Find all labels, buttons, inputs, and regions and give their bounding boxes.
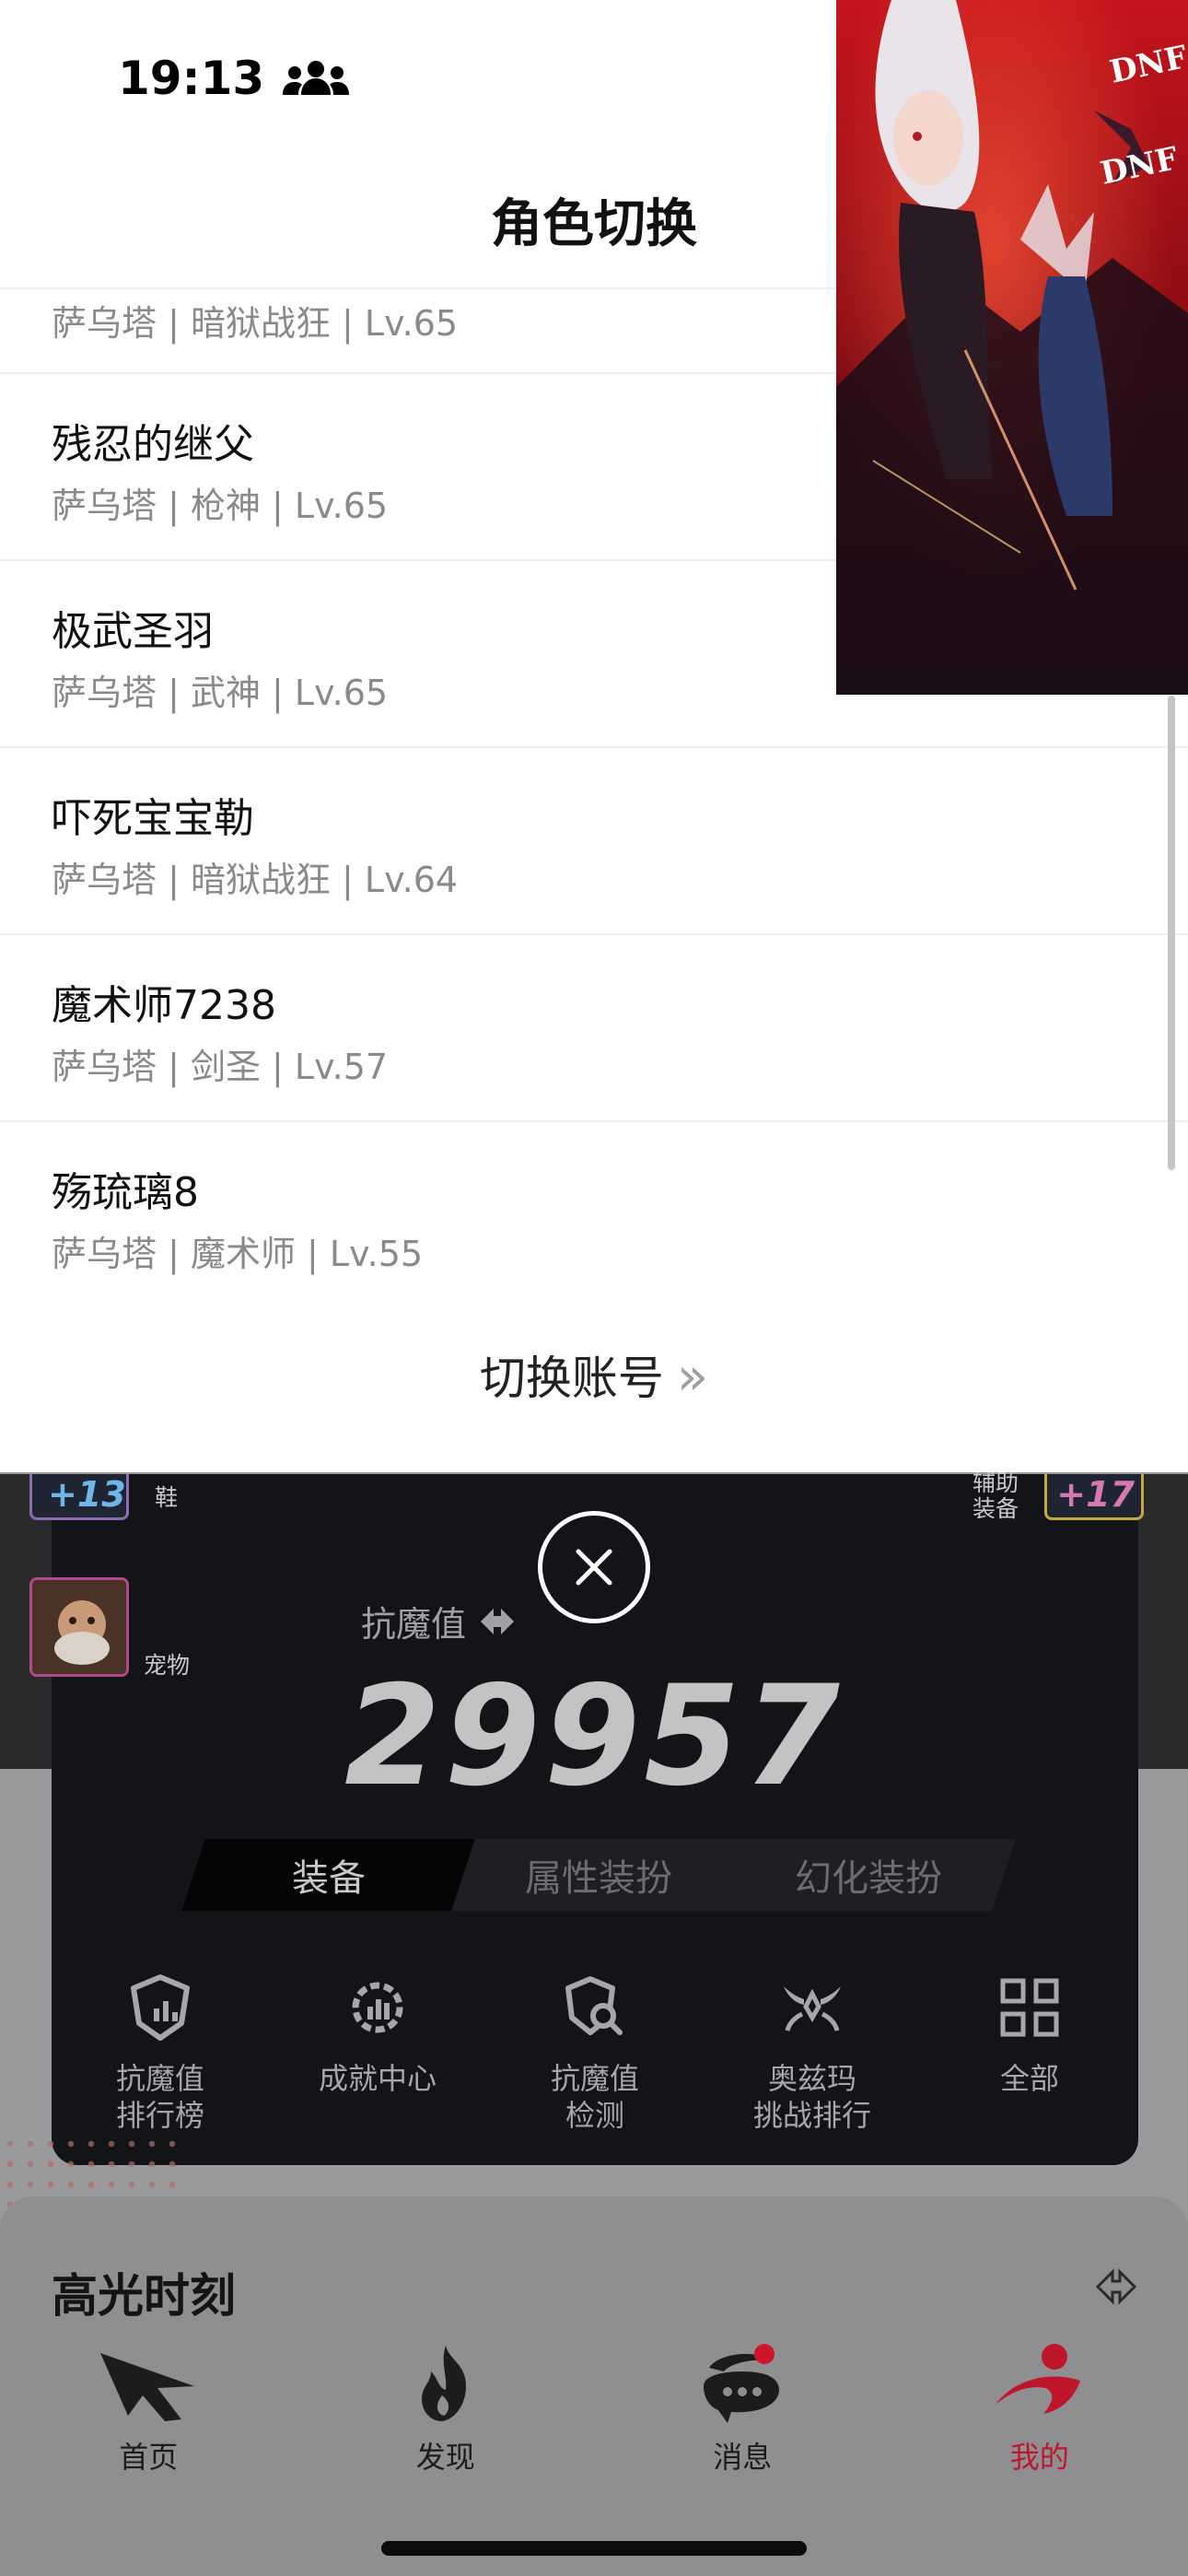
tab-home[interactable]: 首页 [0,2340,297,2506]
tab-messages[interactable]: 消息 [594,2340,891,2506]
game-promo-banner[interactable]: DNF DNF [836,0,1188,695]
people-group-icon [283,61,350,95]
character-name: 魔术师7238 [52,982,276,1029]
tool-label: 奥兹玛 挑战排行 [752,2061,871,2133]
anti-magic-label[interactable]: 抗魔值 [361,1596,518,1646]
tab-mine[interactable]: 我的 [891,2340,1188,2506]
tool-label: 抗魔值 排行榜 [115,2061,204,2133]
character-name: 残忍的继父 [52,421,254,468]
character-detail: 萨乌塔 | 剑圣 | Lv.57 [52,1047,389,1087]
tool-ozma-challenge-ranking[interactable]: 奥兹玛 挑战排行 [704,1972,921,2134]
list-scrollbar[interactable] [1168,696,1175,1170]
character-name: 极武圣羽 [52,608,214,655]
tool-all[interactable]: 全部 [921,1972,1138,2134]
bottom-tab-bar: 首页 发现 消息 我的 [0,2340,1188,2506]
status-bar: 19:13 [118,52,351,105]
anti-magic-label-text: 抗魔值 [361,1604,467,1645]
accessory-enhance-level: +17 [1056,1474,1135,1515]
tool-achievement-center[interactable]: 成就中心 [269,1972,486,2134]
character-name: 吓死宝宝勒 [52,795,254,842]
accessory-slot-label: 辅助 装备 [973,1469,1019,1522]
home-arrow-icon [100,2353,195,2421]
shield-chart-icon [131,1974,190,2041]
flame-icon [421,2346,466,2421]
tab-messages-label: 消息 [713,2440,773,2475]
character-detail: 萨乌塔 | 暗狱战狂 | Lv.65 [52,303,459,344]
tool-label: 抗魔值 检测 [550,2061,639,2133]
switch-account-button[interactable]: 切换账号» [0,1341,1188,1408]
wings-crest-icon [784,1986,841,2032]
tool-shortcuts: 抗魔值 排行榜 成就中心 抗魔值 检测 奥兹玛 挑战排行 全部 [52,1972,1138,2134]
game-artwork-image: DNF DNF [836,0,1188,695]
tab-discover[interactable]: 发现 [297,2340,595,2506]
character-row[interactable]: 吓死宝宝勒 萨乌塔 | 暗狱战狂 | Lv.64 [0,748,1188,935]
diamond-arrow-icon [481,1608,515,1634]
highlight-more-icon[interactable] [1092,2263,1140,2311]
tab-equipment-label: 装备 [291,1857,366,1900]
tab-attribute-outfit[interactable]: 属性装扮 [452,1839,746,1911]
tool-label: 成就中心 [318,2061,437,2096]
anti-magic-score: 29957 [344,1657,844,1817]
tool-label: 全部 [999,2061,1059,2096]
equipment-tabs: 装备 属性装扮 幻化装扮 [181,1839,1016,1911]
gear-chart-icon [352,1982,403,2033]
double-chevron-right-icon: » [676,1347,709,1407]
close-icon [576,1549,612,1586]
character-detail: 萨乌塔 | 暗狱战狂 | Lv.64 [52,860,459,900]
close-sheet-button[interactable] [538,1511,650,1623]
chat-bubble-icon [704,2354,780,2423]
character-row[interactable]: 殇琉璃8 萨乌塔 | 魔术师 | Lv.55 [0,1122,1188,1309]
tab-transmog-outfit-label: 幻化装扮 [795,1857,943,1900]
tab-discover-label: 发现 [415,2440,475,2475]
tab-home-label: 首页 [119,2440,179,2475]
status-time: 19:13 [118,52,265,105]
tool-anti-magic-check[interactable]: 抗魔值 检测 [486,1972,704,2134]
home-indicator [381,2541,807,2556]
character-name: 殇琉璃8 [52,1169,199,1216]
tab-transmog-outfit[interactable]: 幻化装扮 [722,1839,1016,1911]
tab-mine-label: 我的 [1009,2440,1069,2475]
highlight-title: 高光时刻 [52,2269,236,2323]
character-detail: 萨乌塔 | 武神 | Lv.65 [52,673,389,713]
grid-icon [1000,1978,1059,2037]
message-badge-dot [754,2344,775,2364]
shoe-enhance-level: +13 [48,1474,126,1515]
character-row[interactable]: 魔术师7238 萨乌塔 | 剑圣 | Lv.57 [0,935,1188,1122]
profile-icon [995,2344,1080,2414]
character-detail: 萨乌塔 | 枪神 | Lv.65 [52,486,389,526]
tab-equipment[interactable]: 装备 [181,1839,475,1911]
shoe-slot-label: 鞋 [155,1484,179,1511]
shield-search-icon [565,1976,623,2035]
tool-anti-magic-ranking[interactable]: 抗魔值 排行榜 [52,1972,269,2134]
switch-account-label: 切换账号 [479,1352,664,1405]
tab-attribute-outfit-label: 属性装扮 [524,1857,672,1900]
character-detail: 萨乌塔 | 魔术师 | Lv.55 [52,1234,424,1274]
